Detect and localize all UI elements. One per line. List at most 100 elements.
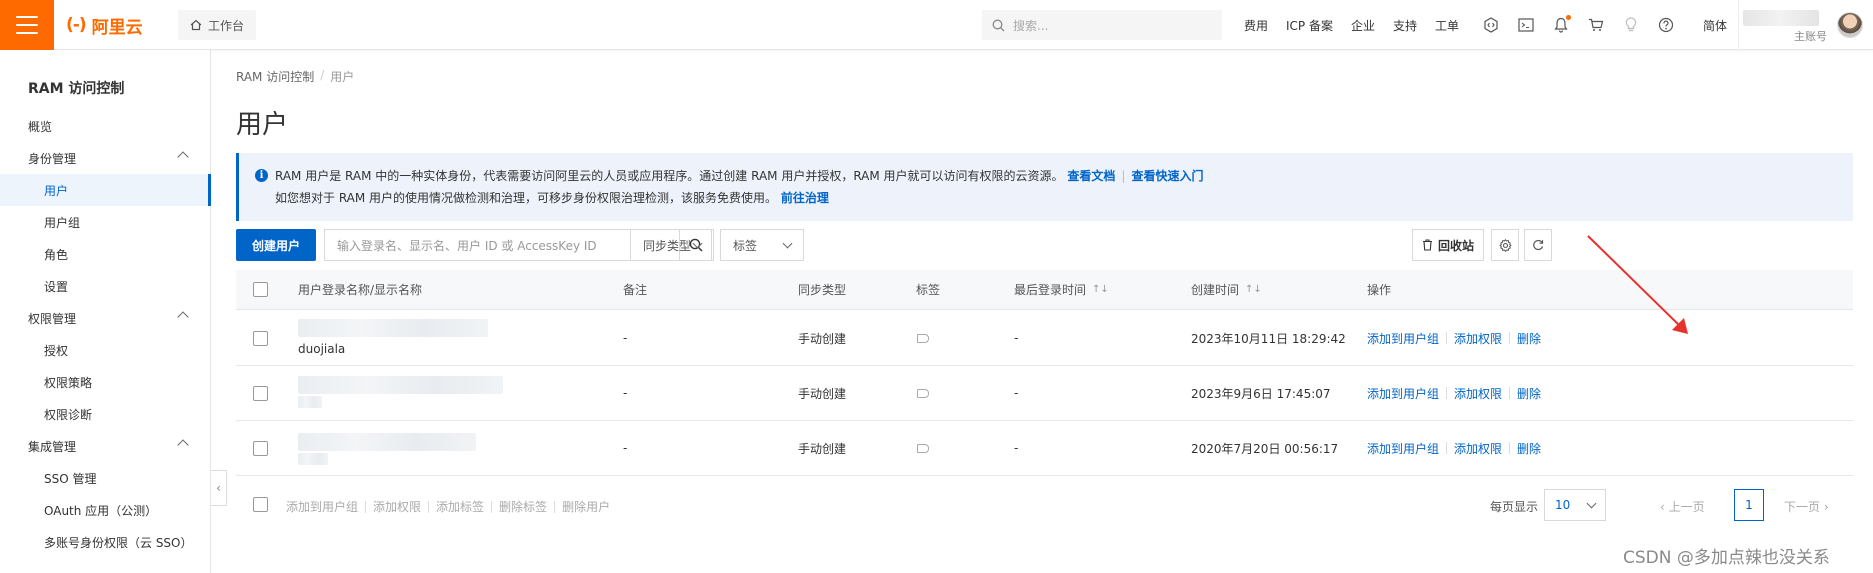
sidebar-item-diagnosis[interactable]: 权限诊断 bbox=[0, 398, 211, 430]
nav-link-ticket[interactable]: 工单 bbox=[1435, 17, 1459, 34]
sidebar-item-user-groups[interactable]: 用户组 bbox=[0, 206, 211, 238]
recycle-bin-button[interactable]: 回收站 bbox=[1412, 229, 1484, 261]
remark: - bbox=[623, 331, 628, 345]
add-permission-link[interactable]: 添加权限 bbox=[1454, 330, 1502, 347]
batch-add-tag[interactable]: 添加标签 bbox=[436, 498, 484, 515]
nav-link-support[interactable]: 支持 bbox=[1393, 17, 1417, 34]
sidebar-item-sso[interactable]: SSO 管理 bbox=[0, 462, 211, 494]
delete-link[interactable]: 删除 bbox=[1517, 440, 1541, 457]
add-to-group-link[interactable]: 添加到用户组 bbox=[1367, 385, 1439, 402]
aliyun-logo-mark-icon: (-) bbox=[66, 15, 87, 35]
sidebar-item-overview[interactable]: 概览 bbox=[0, 110, 211, 142]
header-created[interactable]: 创建时间 ↑↓ bbox=[1191, 270, 1262, 309]
tag-icon[interactable] bbox=[917, 311, 929, 365]
sidebar: RAM 访问控制 概览 身份管理 用户 用户组 角色 设置 权限管理 授权 权限… bbox=[0, 50, 211, 573]
next-page-button[interactable]: 下一页 › bbox=[1784, 498, 1829, 515]
header-last-login[interactable]: 最后登录时间 ↑↓ bbox=[1014, 270, 1109, 309]
notification-dot-icon bbox=[1566, 15, 1571, 20]
sidebar-item-oauth[interactable]: OAuth 应用（公测） bbox=[0, 494, 211, 526]
chevron-left-icon: ‹ bbox=[1660, 500, 1669, 514]
sidebar-item-grants[interactable]: 授权 bbox=[0, 334, 211, 366]
user-menu[interactable]: 主账号 bbox=[1738, 0, 1873, 50]
batch-add-permission[interactable]: 添加权限 bbox=[373, 498, 421, 515]
row-checkbox[interactable] bbox=[253, 311, 268, 365]
nav-link-icp[interactable]: ICP 备案 bbox=[1286, 17, 1333, 34]
tag-select[interactable]: 标签 bbox=[720, 229, 804, 261]
add-permission-link[interactable]: 添加权限 bbox=[1454, 440, 1502, 457]
sidebar-item-label: 概览 bbox=[28, 119, 53, 134]
sidebar-item-users[interactable]: 用户 bbox=[0, 174, 211, 206]
watermark: CSDN @多加点辣也没关系 bbox=[1623, 548, 1830, 568]
sidebar-item-roles[interactable]: 角色 bbox=[0, 238, 211, 270]
home-icon bbox=[190, 19, 202, 31]
lightbulb-icon[interactable] bbox=[1622, 16, 1640, 34]
sync-type: 手动创建 bbox=[798, 441, 847, 456]
add-to-group-link[interactable]: 添加到用户组 bbox=[1367, 440, 1439, 457]
sidebar-item-multi-account-sso[interactable]: 多账号身份权限（云 SSO） bbox=[0, 526, 211, 558]
breadcrumb-root[interactable]: RAM 访问控制 bbox=[236, 68, 314, 85]
sync-type-select[interactable]: 同步类型 bbox=[630, 229, 714, 261]
aliyun-logo[interactable]: (-) 阿里云 bbox=[66, 13, 143, 38]
notice-text: RAM 用户是 RAM 中的一种实体身份，代表需要访问阿里云的人员或应用程序。通… bbox=[275, 169, 1064, 183]
breadcrumb-current: 用户 bbox=[330, 70, 355, 84]
add-to-group-link[interactable]: 添加到用户组 bbox=[1367, 330, 1439, 347]
select-value: 标签 bbox=[733, 238, 758, 253]
batch-delete-users[interactable]: 删除用户 bbox=[562, 498, 610, 515]
sidebar-collapse-button[interactable]: ‹ bbox=[211, 470, 227, 506]
recycle-bin-label: 回收站 bbox=[1437, 238, 1474, 253]
sidebar-item-policies[interactable]: 权限策略 bbox=[0, 366, 211, 398]
language-switch[interactable]: 简体 bbox=[1703, 17, 1727, 34]
bell-icon[interactable] bbox=[1552, 15, 1571, 34]
sidebar-item-label: 用户组 bbox=[44, 215, 81, 230]
nav-link-billing[interactable]: 费用 bbox=[1244, 17, 1268, 34]
avatar[interactable] bbox=[1837, 12, 1863, 38]
top-bar: (-) 阿里云 工作台 搜索... 费用 ICP 备案 企业 支持 工单 简体 … bbox=[0, 0, 1873, 50]
tag-icon[interactable] bbox=[917, 421, 929, 475]
breadcrumb-separator: / bbox=[320, 68, 325, 82]
code-icon[interactable] bbox=[1482, 16, 1500, 34]
batch-remove-tag[interactable]: 删除标签 bbox=[499, 498, 547, 515]
sidebar-group-permission[interactable]: 权限管理 bbox=[0, 302, 211, 334]
prev-page-button[interactable]: ‹ 上一页 bbox=[1660, 498, 1705, 515]
account-role: 主账号 bbox=[1794, 30, 1827, 43]
nav-link-enterprise[interactable]: 企业 bbox=[1351, 17, 1375, 34]
row-checkbox[interactable] bbox=[253, 366, 268, 420]
page-number-current[interactable]: 1 bbox=[1734, 489, 1764, 521]
user-name-cell[interactable]: duojiala bbox=[298, 311, 558, 365]
sidebar-item-settings[interactable]: 设置 bbox=[0, 270, 211, 302]
help-icon[interactable] bbox=[1657, 16, 1675, 34]
page-size-value: 10 bbox=[1555, 498, 1571, 512]
row-operations: 添加到用户组 添加权限 删除 bbox=[1367, 311, 1541, 365]
cart-icon[interactable] bbox=[1587, 16, 1605, 34]
page-size-select[interactable]: 10 bbox=[1544, 489, 1606, 521]
sidebar-group-identity[interactable]: 身份管理 bbox=[0, 142, 211, 174]
refresh-button[interactable] bbox=[1524, 229, 1552, 261]
go-govern-link[interactable]: 前往治理 bbox=[781, 191, 829, 205]
row-operations: 添加到用户组 添加权限 删除 bbox=[1367, 366, 1541, 420]
create-user-button[interactable]: 创建用户 bbox=[236, 229, 316, 261]
breadcrumb: RAM 访问控制 / 用户 bbox=[236, 68, 354, 85]
global-search-input[interactable]: 搜索... bbox=[982, 10, 1222, 40]
batch-add-to-group[interactable]: 添加到用户组 bbox=[286, 498, 358, 515]
delete-link[interactable]: 删除 bbox=[1517, 330, 1541, 347]
view-docs-link[interactable]: 查看文档 bbox=[1067, 169, 1115, 183]
chevron-down-icon bbox=[1586, 498, 1597, 508]
sidebar-item-label: 授权 bbox=[44, 343, 69, 358]
select-all-checkbox[interactable] bbox=[253, 270, 268, 309]
row-checkbox[interactable] bbox=[253, 421, 268, 475]
sidebar-group-integration[interactable]: 集成管理 bbox=[0, 430, 211, 462]
terminal-icon[interactable] bbox=[1517, 16, 1535, 34]
table-row: duojiala - 手动创建 - 2023年10月11日 18:29:42 添… bbox=[236, 311, 1853, 366]
footer-select-all-checkbox[interactable] bbox=[253, 497, 268, 512]
user-name-cell[interactable] bbox=[298, 366, 558, 420]
user-name-cell[interactable] bbox=[298, 421, 558, 475]
delete-link[interactable]: 删除 bbox=[1517, 385, 1541, 402]
top-nav-links: 费用 ICP 备案 企业 支持 工单 bbox=[1244, 0, 1459, 50]
chevron-left-icon: ‹ bbox=[216, 481, 221, 495]
workbench-button[interactable]: 工作台 bbox=[178, 10, 257, 40]
menu-icon[interactable] bbox=[0, 0, 54, 50]
tag-icon[interactable] bbox=[917, 366, 929, 420]
add-permission-link[interactable]: 添加权限 bbox=[1454, 385, 1502, 402]
view-quickstart-link[interactable]: 查看快速入门 bbox=[1131, 169, 1203, 183]
settings-button[interactable] bbox=[1491, 229, 1519, 261]
